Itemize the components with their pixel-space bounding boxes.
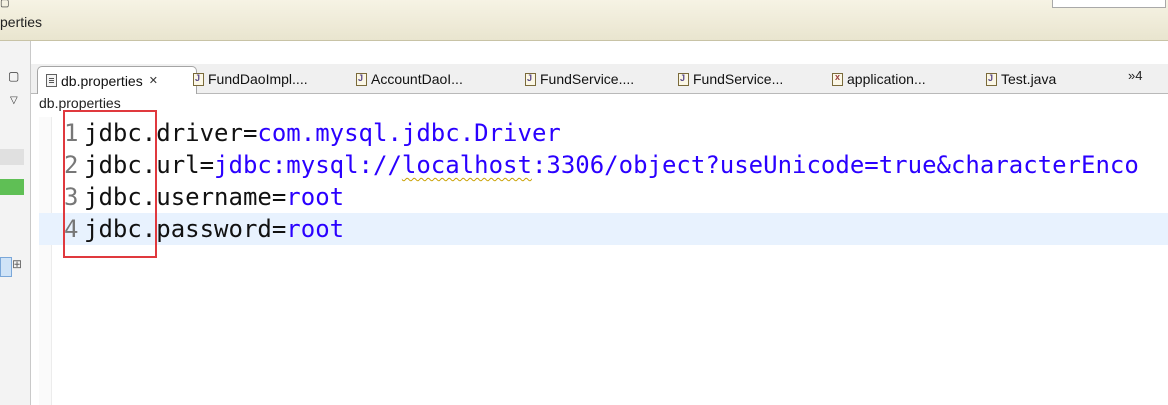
tab-label: application... bbox=[847, 71, 926, 87]
property-value-part: jdbc:mysql:// bbox=[214, 151, 402, 179]
tab-funddaoimpl[interactable]: FundDaoImpl.... bbox=[193, 66, 308, 92]
tab-label: FundDaoImpl.... bbox=[208, 71, 308, 87]
java-file-icon bbox=[356, 72, 367, 86]
code-text: jdbc.url=jdbc:mysql://localhost:3306/obj… bbox=[84, 149, 1139, 181]
tab-fundservice-2[interactable]: FundService... bbox=[678, 66, 783, 92]
code-line[interactable]: 3 jdbc.username=root bbox=[39, 181, 1168, 213]
property-value-part: :3306/object?useUnicode=true&characterEn… bbox=[531, 151, 1139, 179]
tab-label: FundService... bbox=[693, 71, 784, 87]
window-breadcrumb: perties bbox=[0, 14, 43, 30]
property-value: com.mysql.jdbc.Driver bbox=[257, 119, 561, 147]
equals-sign: = bbox=[271, 183, 287, 211]
tab-label: Test.java bbox=[1001, 71, 1057, 87]
xml-file-icon bbox=[832, 72, 843, 86]
tab-label: db.properties bbox=[61, 72, 143, 89]
hierarchy-icon[interactable]: ⊞ bbox=[12, 257, 22, 271]
minimize-icon[interactable]: ▢ bbox=[8, 69, 19, 83]
window-toolbar: ▢ perties bbox=[0, 0, 1168, 41]
properties-file-icon bbox=[46, 74, 57, 87]
tab-accountdao[interactable]: AccountDaoI... bbox=[356, 66, 463, 92]
current-code-line[interactable]: 4 jdbc.password=root bbox=[39, 213, 1168, 245]
editor-tab-bar: db.properties ✕ FundDaoImpl.... AccountD… bbox=[31, 64, 1168, 94]
property-value: root bbox=[286, 215, 345, 243]
panel-item[interactable] bbox=[0, 149, 24, 165]
progress-indicator bbox=[0, 179, 24, 195]
java-file-icon bbox=[986, 72, 997, 86]
tab-fundservice-1[interactable]: FundService.... bbox=[525, 66, 634, 92]
java-file-icon bbox=[193, 72, 204, 86]
toolbar-fragment: ▢ bbox=[0, 0, 10, 9]
panel-toggle-icon[interactable] bbox=[0, 257, 12, 277]
view-menu-icon[interactable]: ▽ bbox=[10, 95, 18, 106]
tab-db-properties[interactable]: db.properties ✕ bbox=[37, 66, 197, 94]
close-icon[interactable]: ✕ bbox=[149, 74, 158, 87]
tab-label: FundService.... bbox=[540, 71, 635, 87]
quick-access-field[interactable] bbox=[1052, 0, 1166, 8]
equals-sign: = bbox=[271, 215, 287, 243]
property-value: root bbox=[286, 183, 345, 211]
left-view-panel: ▢ ▽ ⊞ bbox=[0, 41, 31, 405]
highlight-annotation-box bbox=[63, 110, 157, 258]
code-line[interactable]: 2 jdbc.url=jdbc:mysql://localhost:3306/o… bbox=[39, 149, 1168, 181]
java-file-icon bbox=[525, 72, 536, 86]
tab-overflow-button[interactable]: »4 bbox=[1128, 68, 1142, 83]
equals-sign: = bbox=[242, 119, 258, 147]
tab-test-java[interactable]: Test.java bbox=[986, 66, 1056, 92]
spellcheck-word: localhost bbox=[401, 151, 532, 179]
code-editor[interactable]: 1 jdbc.driver=com.mysql.jdbc.Driver 2 jd… bbox=[39, 117, 1168, 405]
code-line[interactable]: 1 jdbc.driver=com.mysql.jdbc.Driver bbox=[39, 117, 1168, 149]
tab-label: AccountDaoI... bbox=[371, 71, 463, 87]
java-file-icon bbox=[678, 72, 689, 86]
editor-breadcrumb[interactable]: db.properties bbox=[39, 95, 121, 111]
tab-application[interactable]: application... bbox=[832, 66, 926, 92]
equals-sign: = bbox=[199, 151, 215, 179]
